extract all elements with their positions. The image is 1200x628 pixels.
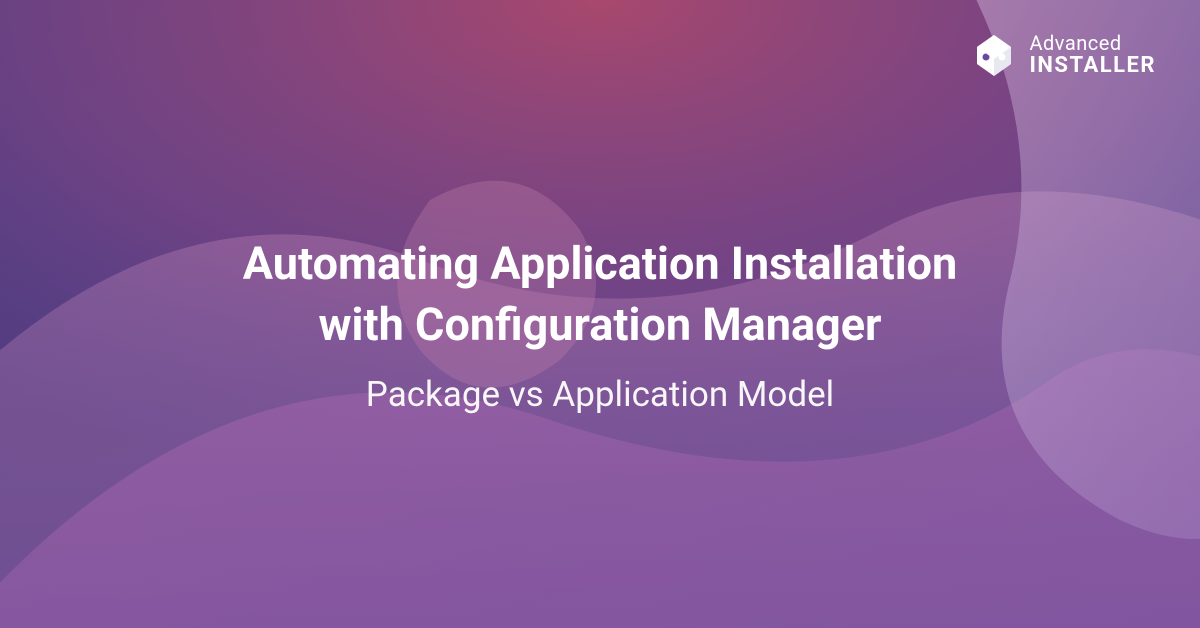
brand-logo: Advanced INSTALLER [971, 32, 1156, 78]
title-line-2: with Configuration Manager [318, 298, 881, 351]
main-content: Automating Application Installation with… [0, 234, 1200, 415]
title-line-1: Automating Application Installation [243, 237, 957, 290]
logo-icon [971, 32, 1017, 78]
page-subtitle: Package vs Application Model [60, 373, 1140, 414]
logo-text: Advanced INSTALLER [1029, 33, 1156, 77]
page-title: Automating Application Installation with… [60, 234, 1140, 356]
logo-line-1: Advanced [1029, 33, 1156, 54]
logo-line-2: INSTALLER [1029, 54, 1156, 77]
